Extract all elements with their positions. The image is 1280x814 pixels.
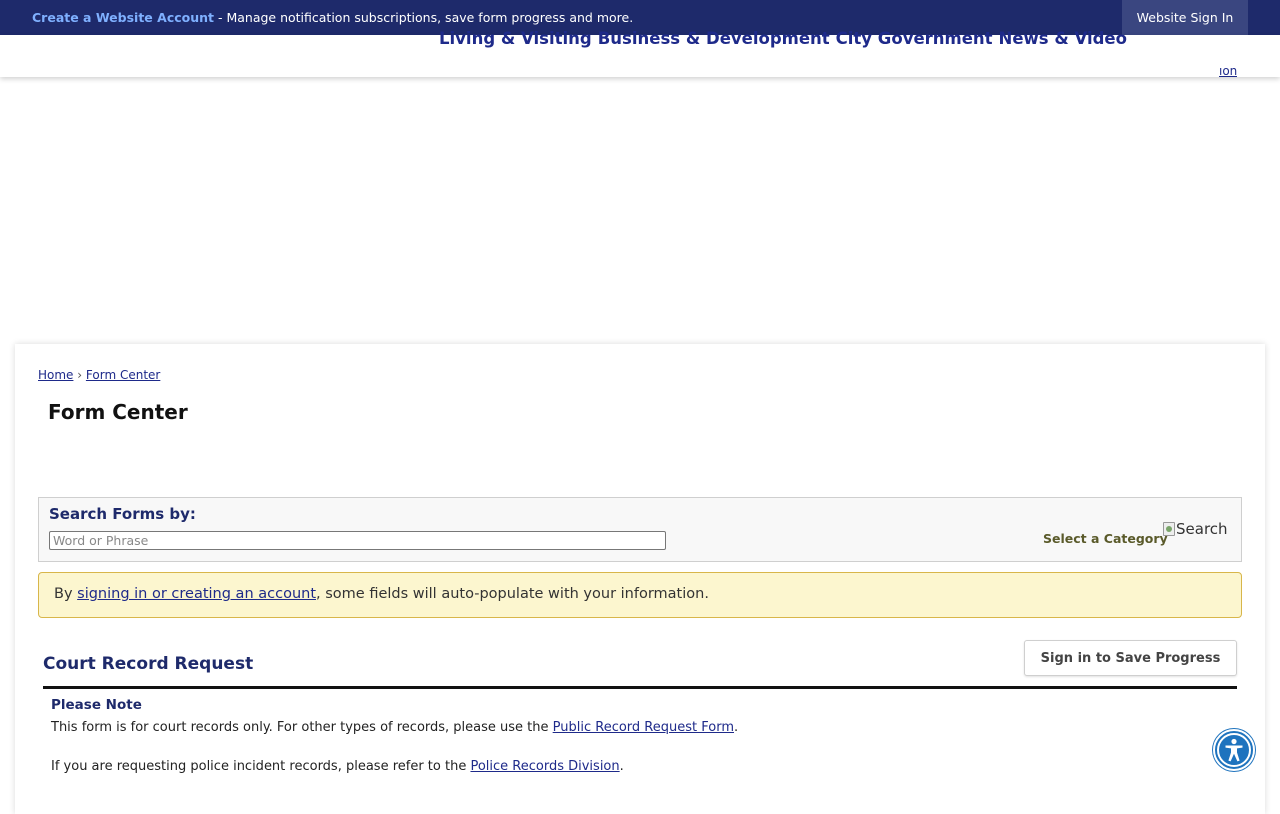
note-paragraph-police-records: If you are requesting police incident re… (51, 759, 624, 774)
search-forms-label: Search Forms by: (49, 505, 196, 523)
search-button[interactable]: Search (1163, 520, 1228, 538)
note-p1-text: This form is for court records only. For… (51, 720, 553, 735)
create-account-link[interactable]: Create a Website Account (32, 10, 214, 25)
breadcrumb-form-center[interactable]: Form Center (86, 368, 160, 382)
search-input[interactable] (49, 531, 666, 550)
form-title-divider (43, 686, 1237, 689)
breadcrumb-separator: › (77, 368, 83, 382)
broken-image-icon (1163, 522, 1175, 536)
sign-in-or-create-account-link[interactable]: signing in or creating an account (77, 586, 316, 602)
nav-overflow-link[interactable]: ion (1219, 67, 1237, 77)
note-p2-end: . (619, 759, 624, 774)
nav-item-news-video[interactable]: News & Video (999, 29, 1127, 49)
save-progress-button[interactable]: Sign in to Save Progress (1024, 640, 1237, 676)
police-records-division-link[interactable]: Police Records Division (470, 759, 619, 774)
site-header: Living & Visiting Business & Development… (0, 29, 1280, 77)
website-sign-in-button[interactable]: Website Sign In (1122, 0, 1248, 35)
select-category-dropdown[interactable]: Select a Category (1043, 531, 1168, 546)
content-panel: Home › Form Center Form Center Search Fo… (15, 344, 1265, 814)
breadcrumb-home[interactable]: Home (38, 368, 73, 382)
page-title: Form Center (48, 400, 188, 424)
search-forms-panel: Search Forms by: Select a Category Searc… (38, 497, 1242, 562)
form-title: Court Record Request (43, 654, 254, 674)
main-nav: Living & Visiting Business & Development… (439, 29, 1127, 49)
accessibility-button[interactable] (1213, 729, 1255, 771)
accessibility-icon (1217, 733, 1251, 767)
note-p1-end: . (734, 720, 739, 735)
account-bar-text: - Manage notification subscriptions, sav… (214, 10, 634, 25)
note-p2-text: If you are requesting police incident re… (51, 759, 471, 774)
nav-item-city-government[interactable]: City Government (836, 29, 993, 49)
public-record-request-link[interactable]: Public Record Request Form (553, 720, 734, 735)
nav-item-business-development[interactable]: Business & Development (598, 29, 830, 49)
account-bar-message: Create a Website Account - Manage notifi… (32, 10, 633, 25)
note-paragraph-court-records: This form is for court records only. For… (51, 720, 738, 735)
breadcrumb: Home › Form Center (38, 368, 160, 382)
search-button-alt: Search (1176, 520, 1228, 538)
notice-prefix: By (54, 586, 78, 602)
nav-item-living-visiting[interactable]: Living & Visiting (439, 29, 592, 49)
notice-suffix: , some fields will auto-populate with yo… (316, 586, 709, 602)
note-heading: Please Note (51, 697, 142, 713)
sign-in-notice: By signing in or creating an account, so… (38, 572, 1242, 618)
notice-text: By signing in or creating an account, so… (54, 586, 709, 602)
